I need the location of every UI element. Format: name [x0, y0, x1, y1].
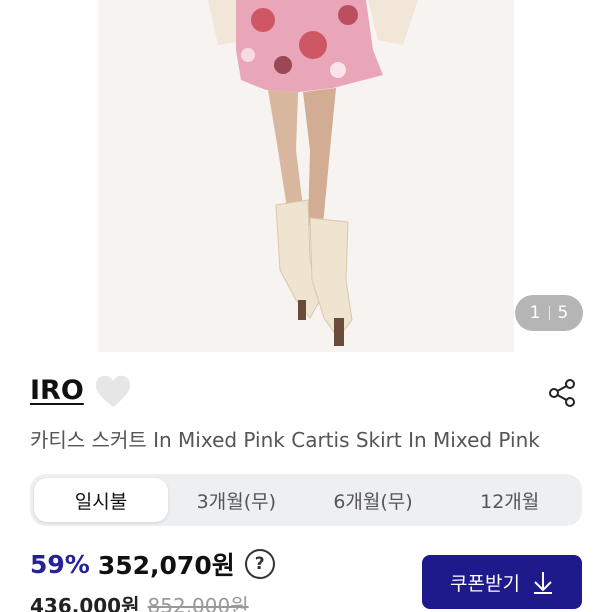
- price-breakdown-row: 436,000원 852,000원: [30, 590, 249, 612]
- price-row: 59% 352,070원 ?: [30, 546, 275, 582]
- coupon-download-button[interactable]: 쿠폰받기: [422, 555, 582, 609]
- discount-rate: 59%: [30, 549, 90, 579]
- image-counter-current: 1: [529, 303, 541, 323]
- image-counter: 1 5: [515, 295, 583, 331]
- arrow-down-icon: [533, 572, 552, 594]
- sale-price: 352,070원: [97, 551, 235, 580]
- image-counter-total: 5: [557, 303, 569, 323]
- product-title: 카티스 스커트 In Mixed Pink Cartis Skirt In Mi…: [30, 428, 540, 452]
- product-photo[interactable]: [98, 0, 514, 352]
- tab-12-months[interactable]: 12개월: [441, 478, 578, 522]
- tab-6-months[interactable]: 6개월(무): [305, 478, 442, 522]
- brand-link[interactable]: IRO: [30, 375, 84, 406]
- installment-tabs: 일시불 3개월(무) 6개월(무) 12개월: [30, 474, 582, 526]
- product-photo-illustration: [98, 0, 514, 352]
- list-price: 852,000원: [147, 594, 249, 612]
- tab-3-months[interactable]: 3개월(무): [168, 478, 305, 522]
- image-counter-divider: [548, 306, 550, 320]
- brand-row: IRO: [30, 372, 586, 416]
- share-icon[interactable]: [546, 377, 578, 409]
- product-image-gallery[interactable]: 1 5: [0, 0, 612, 356]
- help-icon[interactable]: ?: [244, 549, 275, 579]
- coupon-button-label: 쿠폰받기: [450, 572, 520, 595]
- original-price: 436,000원: [30, 594, 140, 612]
- tab-lump-sum[interactable]: 일시불: [34, 478, 168, 522]
- heart-icon[interactable]: [94, 374, 132, 410]
